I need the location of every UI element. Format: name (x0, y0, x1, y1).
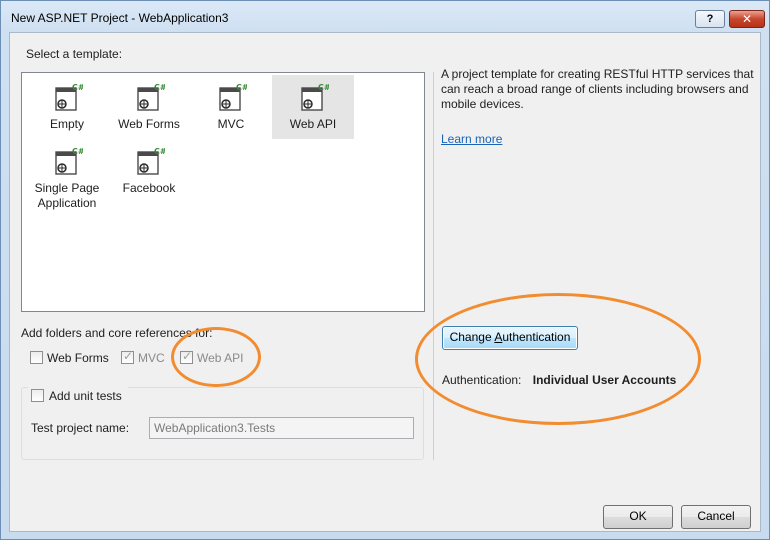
dialog-window: New ASP.NET Project - WebApplication3 ? … (0, 0, 770, 540)
project-template-icon: C# (55, 147, 83, 175)
title-bar: New ASP.NET Project - WebApplication3 ? … (1, 1, 769, 33)
template-label: Empty (49, 117, 84, 131)
web-api-checkbox[interactable] (180, 349, 193, 364)
web-api-label[interactable]: Web API (197, 351, 243, 365)
template-single-page-application[interactable]: C# Single Page Application (26, 141, 108, 211)
template-description: A project template for creating RESTful … (441, 67, 754, 111)
web-forms-label[interactable]: Web Forms (47, 351, 109, 365)
svg-text:C#: C# (72, 147, 83, 156)
template-label: Web Forms (118, 117, 180, 131)
add-unit-tests-label[interactable]: Add unit tests (49, 389, 122, 403)
authentication-row: Authentication: Individual User Accounts (442, 373, 676, 387)
add-unit-tests-checkbox[interactable] (31, 389, 44, 402)
vertical-divider (433, 72, 434, 460)
project-template-icon: C# (55, 83, 83, 111)
template-web-forms[interactable]: C# Web Forms (108, 77, 190, 139)
project-template-icon: C# (137, 147, 165, 175)
project-template-icon: C# (137, 83, 165, 111)
dialog-body: Select a template: C# Empty (9, 32, 761, 532)
change-authentication-text-suffix: uthentication (502, 330, 571, 344)
template-empty[interactable]: C# Empty (26, 77, 108, 139)
close-button[interactable]: ✕ (729, 10, 765, 28)
help-button[interactable]: ? (695, 10, 725, 28)
template-label: Web API (289, 117, 337, 131)
template-label: Single Page Application (34, 181, 100, 210)
project-template-icon: C# (301, 83, 329, 111)
authentication-label: Authentication: (442, 373, 522, 387)
svg-text:C#: C# (72, 83, 83, 92)
select-template-label: Select a template: (26, 47, 123, 61)
mvc-checkbox[interactable] (121, 349, 134, 364)
template-facebook[interactable]: C# Facebook (108, 141, 190, 203)
learn-more-link[interactable]: Learn more (441, 132, 502, 146)
svg-text:C#: C# (154, 83, 165, 92)
test-project-name-input[interactable]: WebApplication3.Tests (149, 417, 414, 439)
template-label: MVC (217, 117, 245, 131)
ok-button[interactable]: OK (603, 505, 673, 529)
template-web-api[interactable]: C# Web API (272, 75, 354, 139)
references-label: Add folders and core references for: (21, 326, 213, 340)
project-template-icon: C# (219, 83, 247, 111)
mvc-label[interactable]: MVC (138, 351, 165, 365)
change-authentication-button[interactable]: Change Authentication (442, 326, 578, 350)
template-list: C# Empty C# Web Forms (21, 72, 425, 312)
change-authentication-text-prefix: Change (449, 330, 495, 344)
template-label: Facebook (122, 181, 176, 195)
authentication-value: Individual User Accounts (532, 373, 677, 387)
svg-text:C#: C# (236, 83, 247, 92)
template-mvc[interactable]: C# MVC (190, 77, 272, 139)
svg-text:C#: C# (154, 147, 165, 156)
window-title: New ASP.NET Project - WebApplication3 (11, 11, 229, 25)
svg-text:C#: C# (318, 83, 329, 92)
cancel-button[interactable]: Cancel (681, 505, 751, 529)
web-forms-checkbox[interactable] (30, 351, 43, 364)
test-project-name-label: Test project name: (31, 421, 130, 435)
